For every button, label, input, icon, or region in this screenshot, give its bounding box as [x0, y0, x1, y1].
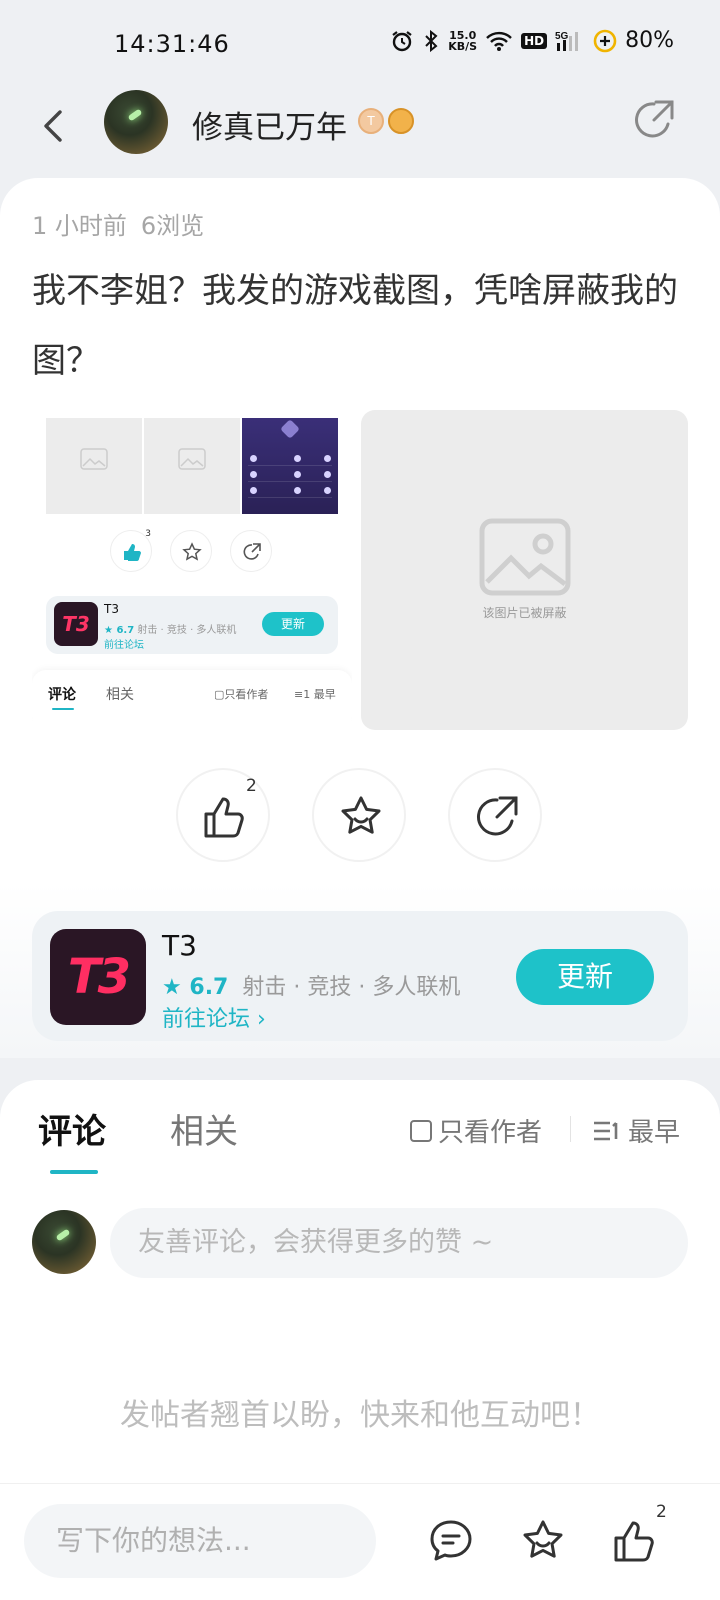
mini-action-row: 3: [110, 529, 272, 572]
game-emblem-icon: [280, 419, 300, 439]
favorite-button[interactable]: [312, 768, 406, 862]
sort-icon: [594, 1121, 618, 1140]
author-name[interactable]: 修真已万年: [192, 102, 347, 147]
mini-blocked-thumb: [144, 418, 240, 514]
net-speed: 15.0 KB/S: [448, 28, 478, 53]
alarm-icon: [392, 30, 412, 51]
game-tags: 射击 · 竞技 · 多人联机: [242, 975, 461, 1000]
only-author-toggle[interactable]: 只看作者: [410, 1112, 542, 1149]
back-button[interactable]: [34, 106, 74, 146]
update-button[interactable]: 更新: [516, 949, 654, 1005]
share-icon: [243, 543, 261, 560]
share-icon: [477, 796, 518, 836]
status-bar: 14:31:46 15.0 KB/S HD 5G 80%: [0, 0, 720, 90]
star-icon[interactable]: [520, 1518, 566, 1564]
mini-like: 3: [110, 529, 152, 572]
post-image-2-blocked[interactable]: 该图片已被屏蔽: [361, 410, 688, 730]
mini-game-screenshot: [242, 418, 338, 514]
user-avatar: [32, 1210, 96, 1274]
like-button[interactable]: 2: [176, 768, 270, 862]
write-input[interactable]: 写下你的想法...: [24, 1504, 376, 1578]
post-header: 修真已万年 T: [0, 90, 720, 170]
game-info: ★ 6.7 射击 · 竞技 · 多人联机: [162, 969, 460, 1001]
post-image-1[interactable]: 3 T3 T3 ★ 6.7 射击 · 竞技 · 多人联机 前往论坛 更新 评论 …: [32, 410, 352, 730]
game-card[interactable]: T3 T3 ★ 6.7 射击 · 竞技 · 多人联机 前往论坛 › 更新: [32, 911, 688, 1041]
tab-indicator: [50, 1170, 98, 1174]
share-icon[interactable]: [632, 98, 676, 142]
mini-thumb-row: [46, 418, 338, 514]
post-card: 1 小时前 6浏览 我不李姐？我发的游戏截图，凭啥屏蔽我的图？ 3 T3 T3 …: [0, 178, 720, 1058]
star-icon: [182, 542, 202, 561]
mini-game-card: T3 T3 ★ 6.7 射击 · 竞技 · 多人联机 前往论坛 更新: [46, 596, 338, 654]
mini-fav: [170, 530, 212, 572]
like-count: 2: [246, 776, 257, 796]
divider: [570, 1116, 571, 1142]
battery-saver-icon: [593, 29, 617, 52]
bluetooth-icon: [425, 29, 438, 52]
game-logo: T3: [50, 929, 146, 1025]
comments-panel: 评论 相关 只看作者 最早 友善评论，会获得更多的赞 ~ 发帖者翘首以盼，快来和…: [0, 1080, 720, 1490]
star-icon: [341, 796, 381, 834]
post-body: 我不李姐？我发的游戏截图，凭啥屏蔽我的图？: [32, 271, 678, 381]
image-placeholder-icon: [479, 518, 571, 596]
comment-icon[interactable]: [428, 1518, 474, 1564]
mini-share: [230, 530, 272, 572]
signal-icon: 5G: [555, 31, 579, 51]
thumbs-up-icon[interactable]: [612, 1518, 658, 1564]
empty-comments-hint: 发帖者翘首以盼，快来和他互动吧！: [120, 1398, 600, 1433]
checkbox-icon: [410, 1119, 432, 1142]
post-time: 1 小时前: [32, 212, 127, 240]
wifi-icon: [486, 31, 512, 51]
hd-badge: HD: [521, 32, 548, 49]
share-button[interactable]: [448, 768, 542, 862]
sort-toggle[interactable]: 最早: [592, 1112, 680, 1149]
game-rating: ★ 6.7: [162, 975, 229, 1000]
blocked-label: 该图片已被屏蔽: [482, 606, 567, 620]
comment-input[interactable]: 友善评论，会获得更多的赞 ~: [110, 1208, 688, 1278]
image-placeholder-icon: [80, 448, 108, 470]
svg-text:5G: 5G: [555, 31, 569, 42]
tab-related[interactable]: 相关: [170, 1104, 238, 1153]
mini-comment-tabs: 评论 相关 ▢只看作者 ≡1 最早: [32, 670, 352, 730]
bottom-like-count: 2: [656, 1502, 667, 1522]
image-placeholder-icon: [178, 448, 206, 470]
avatar-meteor: [127, 108, 143, 122]
status-time: 14:31:46: [114, 30, 230, 58]
tab-comments[interactable]: 评论: [38, 1104, 106, 1153]
mini-game-logo: T3: [54, 602, 98, 646]
post-meta: 1 小时前 6浏览: [32, 206, 204, 241]
thumbs-up-icon: [204, 797, 244, 838]
battery-level: 80%: [625, 28, 674, 53]
pet-badge-icon: [388, 108, 414, 134]
forum-link[interactable]: 前往论坛 ›: [162, 1001, 266, 1033]
post-views: 6浏览: [140, 212, 205, 240]
mini-blocked-thumb: [46, 418, 142, 514]
bottom-bar: 写下你的想法... 2: [0, 1483, 720, 1600]
thumbs-up-icon: [124, 544, 141, 561]
game-name: T3: [162, 929, 197, 962]
author-avatar[interactable]: [104, 90, 168, 154]
level-badge-icon: T: [358, 108, 384, 134]
status-icons: 15.0 KB/S HD 5G 80%: [390, 28, 674, 53]
